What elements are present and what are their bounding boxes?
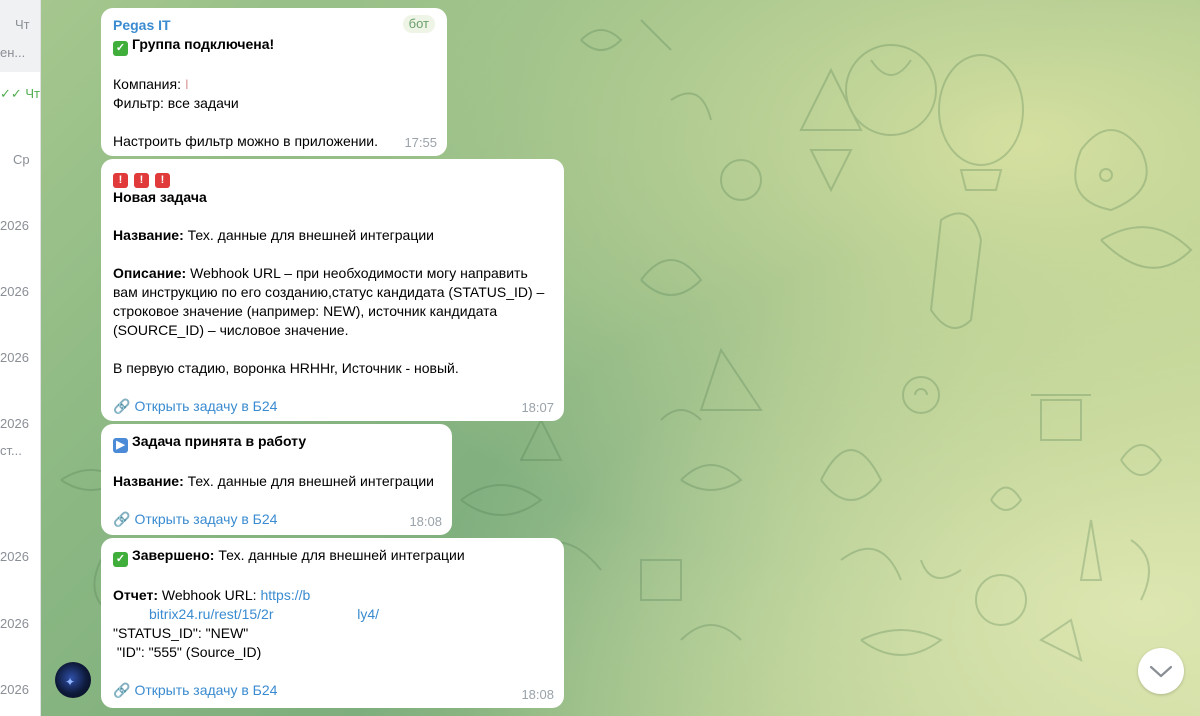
link-icon: 🔗 bbox=[113, 682, 131, 698]
description-label: Описание: bbox=[113, 265, 187, 281]
description-line: (SOURCE_ID) – числовое значение. bbox=[113, 322, 349, 338]
chat-list-item[interactable]: 2026 bbox=[0, 350, 40, 370]
webhook-url-link[interactable]: bitrix24.ru/rest/15/2r bbox=[149, 606, 274, 622]
open-task-link[interactable]: Открыть задачу в Б24 bbox=[134, 398, 277, 414]
open-task-link[interactable]: Открыть задачу в Б24 bbox=[134, 682, 277, 698]
message-bubble[interactable]: ✓ Завершено: Тех. данные для внешней инте… bbox=[101, 538, 564, 708]
chevron-down-icon bbox=[1149, 665, 1173, 678]
name-value: Тех. данные для внешней интеграции bbox=[187, 227, 434, 243]
chat-list-date: 2026 bbox=[0, 416, 29, 431]
bot-badge: бот bbox=[402, 15, 435, 33]
chat-list-date: Ср bbox=[13, 152, 30, 167]
webhook-url-link[interactable]: https://b bbox=[260, 587, 310, 603]
chat-list-preview: ен... bbox=[0, 45, 26, 60]
note-text: В первую стадию, воронка HRHHr, Источник… bbox=[113, 360, 459, 376]
chat-list-date: ✓✓ Чт bbox=[0, 86, 41, 101]
chat-list-item[interactable]: Ср bbox=[0, 152, 40, 172]
message-time: 17:55 bbox=[404, 135, 437, 150]
police-light-icon: ! bbox=[134, 173, 149, 188]
chat-list-date: 2026 bbox=[0, 350, 29, 365]
name-label: Название: bbox=[113, 227, 184, 243]
message-bubble[interactable]: ▶ Задача принята в работу Название: Тех. … bbox=[101, 424, 452, 535]
redacted-text: I bbox=[184, 76, 189, 92]
description-line: Webhook URL – при необходимости могу нап… bbox=[190, 265, 528, 281]
chat-list-date: 2026 bbox=[0, 218, 29, 233]
name-value: Тех. данные для внешней интеграции bbox=[187, 473, 434, 489]
message-bubble[interactable]: Pegas IT бот ✓ Группа подключена! Компани… bbox=[101, 8, 447, 156]
chat-list-item[interactable]: 2026 bbox=[0, 549, 40, 569]
white-check-mark-icon: ✓ bbox=[113, 41, 128, 56]
chat-list-item[interactable]: ✓✓ Чт bbox=[0, 86, 40, 106]
chat-list-item[interactable]: Чт ен... bbox=[0, 0, 40, 72]
chat-list-item[interactable]: 2026 ст... bbox=[0, 416, 40, 464]
open-task-link[interactable]: Открыть задачу в Б24 bbox=[134, 511, 277, 527]
id-line: "ID": "555" (Source_ID) bbox=[113, 644, 262, 660]
sender-name[interactable]: Pegas IT bbox=[113, 16, 435, 35]
filter-text: Фильтр: все задачи bbox=[113, 95, 239, 111]
message-heading: Новая задача bbox=[113, 189, 207, 205]
message-heading: Задача принята в работу bbox=[132, 433, 307, 449]
message-time: 18:08 bbox=[521, 687, 554, 702]
webhook-url-link[interactable]: ly4/ bbox=[357, 606, 379, 622]
done-value: Тех. данные для внешней интеграции bbox=[218, 547, 465, 563]
play-button-icon: ▶ bbox=[113, 438, 128, 453]
white-check-mark-icon: ✓ bbox=[113, 552, 128, 567]
chat-list-preview: ст... bbox=[0, 443, 22, 458]
police-light-icon: ! bbox=[113, 173, 128, 188]
chat-list-sidebar: Чт ен... ✓✓ Чт Ср 2026 2026 2026 2026 ст… bbox=[0, 0, 41, 716]
hint-text: Настроить фильтр можно в приложении. bbox=[113, 133, 379, 149]
done-label: Завершено: bbox=[132, 547, 215, 563]
link-icon: 🔗 bbox=[113, 398, 131, 414]
chat-list-date: 2026 bbox=[0, 616, 29, 631]
message-bubble[interactable]: !!! Новая задача Название: Тех. данные д… bbox=[101, 159, 564, 421]
report-value: Webhook URL: bbox=[161, 587, 257, 603]
scroll-down-button[interactable] bbox=[1138, 648, 1184, 694]
description-line: строковое значение (например: NEW), исто… bbox=[113, 303, 498, 319]
message-title: Группа подключена! bbox=[132, 36, 275, 52]
chat-list-date: 2026 bbox=[0, 284, 29, 299]
message-time: 18:08 bbox=[409, 514, 442, 529]
chat-list-item[interactable]: 2026 bbox=[0, 616, 40, 636]
chat-list-date: 2026 bbox=[0, 549, 29, 564]
status-line: "STATUS_ID": "NEW" bbox=[113, 625, 249, 641]
message-time: 18:07 bbox=[521, 400, 554, 415]
chat-list-date: Чт bbox=[15, 17, 30, 32]
report-label: Отчет: bbox=[113, 587, 158, 603]
link-icon: 🔗 bbox=[113, 511, 131, 527]
name-label: Название: bbox=[113, 473, 184, 489]
chat-list-item[interactable]: 2026 bbox=[0, 682, 40, 702]
company-label: Компания: bbox=[113, 76, 181, 92]
chat-list-item[interactable]: 2026 bbox=[0, 284, 40, 304]
chat-area: Pegas IT бот ✓ Группа подключена! Компани… bbox=[41, 0, 1200, 716]
alarm-row: !!! bbox=[113, 167, 552, 188]
avatar-logo-icon: ✦ bbox=[65, 675, 76, 689]
police-light-icon: ! bbox=[155, 173, 170, 188]
chat-list-item[interactable]: 2026 bbox=[0, 218, 40, 238]
avatar[interactable]: ✦ bbox=[55, 662, 91, 698]
description-line: вам инструкцию по его созданию,статус ка… bbox=[113, 284, 545, 300]
chat-list-date: 2026 bbox=[0, 682, 29, 697]
